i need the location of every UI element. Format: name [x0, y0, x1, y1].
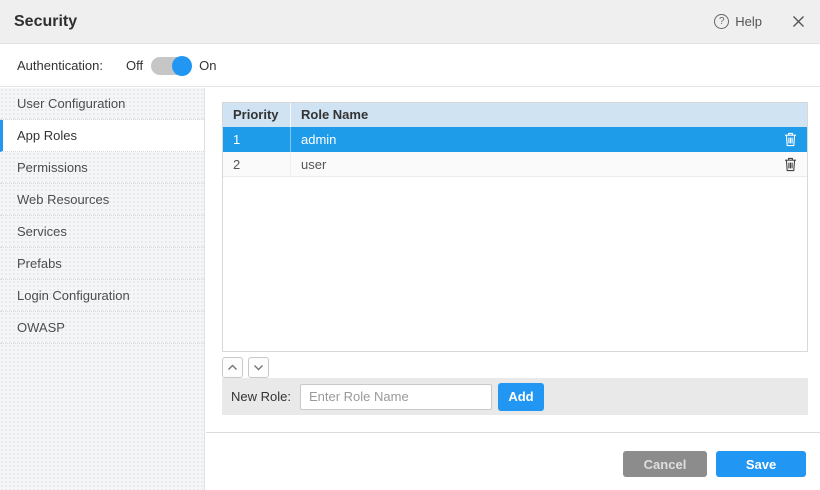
cell-actions	[773, 152, 807, 176]
help-label: Help	[735, 14, 762, 29]
cell-actions	[773, 127, 807, 152]
column-header-priority: Priority	[223, 103, 291, 127]
roles-table: Priority Role Name 1 admin 2 user	[222, 102, 808, 352]
title-bar: Security ? Help	[0, 0, 820, 44]
add-role-button[interactable]: Add	[498, 383, 544, 411]
sidebar-item-web-resources[interactable]: Web Resources	[0, 184, 204, 216]
sidebar-item-user-configuration[interactable]: User Configuration	[0, 88, 204, 120]
new-role-label: New Role:	[231, 389, 291, 404]
cell-role-name: admin	[291, 127, 773, 152]
delete-role-button[interactable]	[782, 132, 798, 148]
authentication-toggle[interactable]	[151, 57, 191, 75]
cell-role-name: user	[291, 152, 773, 176]
reorder-controls	[222, 357, 269, 378]
toggle-on-label: On	[199, 58, 216, 73]
trash-icon	[784, 157, 797, 172]
column-header-role-name: Role Name	[291, 103, 807, 127]
settings-sidebar: User Configuration App Roles Permissions…	[0, 88, 205, 490]
cancel-button[interactable]: Cancel	[623, 451, 707, 477]
sidebar-item-services[interactable]: Services	[0, 216, 204, 248]
delete-role-button[interactable]	[782, 156, 798, 172]
sidebar-item-app-roles[interactable]: App Roles	[0, 120, 204, 152]
help-button[interactable]: ? Help	[714, 14, 762, 29]
move-down-button[interactable]	[248, 357, 269, 378]
chevron-up-icon	[227, 364, 238, 371]
trash-icon	[784, 132, 797, 147]
toggle-knob	[172, 56, 192, 76]
toggle-off-label: Off	[126, 58, 143, 73]
new-role-input[interactable]	[300, 384, 492, 410]
help-circle-icon: ?	[714, 14, 729, 29]
close-button[interactable]	[790, 14, 806, 30]
app-roles-panel: Priority Role Name 1 admin 2 user	[206, 88, 820, 490]
table-header-row: Priority Role Name	[223, 103, 807, 127]
move-up-button[interactable]	[222, 357, 243, 378]
chevron-down-icon	[253, 364, 264, 371]
sidebar-item-permissions[interactable]: Permissions	[0, 152, 204, 184]
sidebar-item-login-configuration[interactable]: Login Configuration	[0, 280, 204, 312]
sidebar-item-prefabs[interactable]: Prefabs	[0, 248, 204, 280]
table-row-user[interactable]: 2 user	[223, 152, 807, 177]
security-dialog: Security ? Help Authentication: Off On U…	[0, 0, 820, 490]
table-row-admin[interactable]: 1 admin	[223, 127, 807, 152]
cell-priority: 1	[223, 127, 291, 152]
new-role-bar: New Role: Add	[222, 378, 808, 415]
cell-priority: 2	[223, 152, 291, 176]
close-icon	[792, 15, 805, 28]
page-title: Security	[14, 13, 77, 31]
authentication-row: Authentication: Off On	[0, 45, 820, 87]
authentication-label: Authentication:	[17, 58, 103, 73]
sidebar-item-owasp[interactable]: OWASP	[0, 312, 204, 344]
footer-divider	[206, 432, 820, 433]
save-button[interactable]: Save	[716, 451, 806, 477]
